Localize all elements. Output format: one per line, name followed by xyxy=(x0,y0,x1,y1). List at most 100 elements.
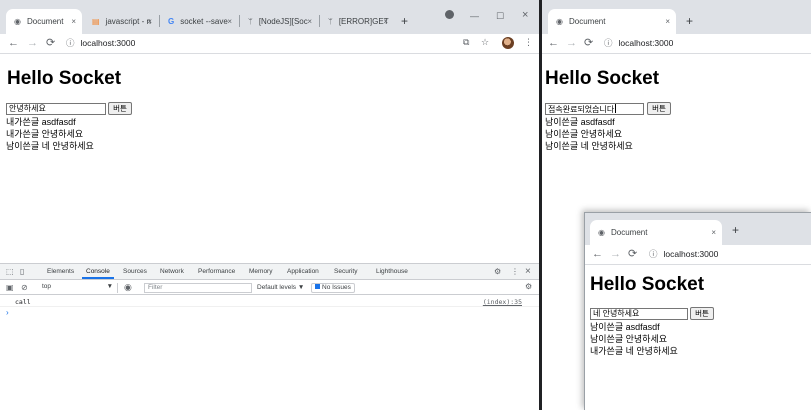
stackoverflow-icon: ▤ xyxy=(92,17,100,26)
list-item: 남이쓴글 안녕하세요 xyxy=(545,129,623,139)
log-levels-dropdown[interactable]: Default levels ▼ xyxy=(257,284,304,291)
close-icon[interactable]: × xyxy=(71,17,76,26)
close-icon[interactable]: × xyxy=(307,17,312,26)
translate-icon[interactable]: ⧉ xyxy=(463,37,469,48)
tab-label: [NodeJS][Soc xyxy=(258,17,308,26)
message-list: 남이쓴글 asdfasdf 남이쓴글 안녕하세요 내가쓴글 네 안녕하세요 xyxy=(590,321,678,357)
minimize-icon[interactable]: — xyxy=(470,11,479,21)
more-icon[interactable]: ⋮ xyxy=(511,267,519,276)
tab-label: Document xyxy=(26,17,64,26)
message-input[interactable]: 네 안녕하세요 xyxy=(590,308,688,320)
address-bar[interactable]: ⓘ localhost:3000 xyxy=(649,248,718,260)
sidebar-toggle-icon[interactable]: ▣ xyxy=(6,283,14,292)
new-tab-button[interactable]: + xyxy=(686,15,693,27)
message-input[interactable]: 접속완료되었습니다 xyxy=(545,103,644,115)
new-tab-button[interactable]: + xyxy=(732,224,739,236)
eye-icon[interactable]: ◉ xyxy=(124,282,132,293)
tab-google[interactable]: G socket --save × xyxy=(160,9,238,34)
active-tab-indicator xyxy=(82,277,114,279)
list-item: 남이쓴글 안녕하세요 xyxy=(590,334,668,344)
info-icon[interactable]: ⓘ xyxy=(649,249,658,259)
list-item: 남이쓴글 asdfasdf xyxy=(590,322,660,332)
devtools-tab-elements[interactable]: Elements xyxy=(47,268,74,275)
issues-icon xyxy=(315,284,320,289)
devtools-tab-sources[interactable]: Sources xyxy=(123,268,147,275)
devtools-tab-performance[interactable]: Performance xyxy=(198,268,235,275)
device-toolbar-icon[interactable]: ▯ xyxy=(20,267,24,276)
devtools-tab-memory[interactable]: Memory xyxy=(249,268,272,275)
address-toolbar: ← → ⟳ ⓘ localhost:3000 xyxy=(542,34,811,54)
log-message: call xyxy=(15,298,31,306)
issues-button[interactable]: No Issues xyxy=(311,283,355,293)
close-icon[interactable]: × xyxy=(711,228,716,237)
clear-console-icon[interactable]: ⊘ xyxy=(21,283,28,292)
tab-document[interactable]: ◉ Document × xyxy=(548,9,676,34)
forward-icon[interactable]: → xyxy=(27,37,38,49)
message-list: 남이쓴글 asdfasdf 남이쓴글 안녕하세요 남이쓴글 네 안녕하세요 xyxy=(545,116,633,152)
info-icon[interactable]: ⓘ xyxy=(66,38,75,48)
address-toolbar: ← → ⟳ ⓘ localhost:3000 xyxy=(585,245,811,265)
forward-icon[interactable]: → xyxy=(566,37,577,49)
tab-stackoverflow[interactable]: ▤ javascript - n × xyxy=(84,9,158,34)
close-icon[interactable]: × xyxy=(227,17,232,26)
devtools-panel: ⬚ ▯ Elements Console Sources Network Per… xyxy=(0,263,539,410)
log-source-link[interactable]: (index):35 xyxy=(483,298,522,306)
inspect-icon[interactable]: ⬚ xyxy=(6,267,14,276)
back-icon[interactable]: ← xyxy=(592,248,603,260)
velog-icon: ᛘ xyxy=(248,17,253,26)
send-button[interactable]: 버튼 xyxy=(108,102,132,115)
context-selector[interactable]: top ▼ xyxy=(36,283,118,293)
devtools-tab-security[interactable]: Security xyxy=(334,268,357,275)
close-icon[interactable]: × xyxy=(383,17,388,26)
maximize-icon[interactable]: ☐ xyxy=(496,11,504,22)
close-icon[interactable]: × xyxy=(147,17,152,26)
close-icon[interactable]: × xyxy=(665,17,670,26)
gear-icon[interactable]: ⚙ xyxy=(525,282,532,291)
reload-icon[interactable]: ⟳ xyxy=(628,248,637,260)
tab-label: [ERROR]GET xyxy=(338,17,389,26)
reload-icon[interactable]: ⟳ xyxy=(584,37,593,49)
profile-icon[interactable] xyxy=(445,10,454,19)
devtools-tab-console[interactable]: Console xyxy=(86,268,110,275)
devtools-tab-lighthouse[interactable]: Lighthouse xyxy=(376,268,408,275)
reload-icon[interactable]: ⟳ xyxy=(46,37,55,49)
devtools-tabbar: ⬚ ▯ Elements Console Sources Network Per… xyxy=(0,264,539,280)
console-log-line: call (index):35 xyxy=(0,298,539,307)
third-browser-window: ◉ Document × + ← → ⟳ ⓘ localhost:3000 Hel… xyxy=(584,212,811,410)
tab-label: Document xyxy=(610,228,648,237)
forward-icon[interactable]: → xyxy=(610,248,621,260)
input-value: 접속완료되었습니다 xyxy=(548,105,615,114)
console-prompt[interactable]: › xyxy=(6,308,9,317)
info-icon[interactable]: ⓘ xyxy=(604,38,613,48)
context-value: top xyxy=(42,283,52,290)
message-input[interactable]: 안녕하세요 xyxy=(6,103,106,115)
back-icon[interactable]: ← xyxy=(548,37,559,49)
back-icon[interactable]: ← xyxy=(8,37,19,49)
send-button[interactable]: 버튼 xyxy=(690,307,714,320)
address-toolbar: ← → ⟳ ⓘ localhost:3000 ⧉ ☆ ⋮ xyxy=(0,34,539,54)
left-browser-window: ◉ Document × ▤ javascript - n × G socket… xyxy=(0,0,539,410)
star-icon[interactable]: ☆ xyxy=(481,37,489,48)
tab-label: Document xyxy=(568,17,606,26)
devtools-tab-network[interactable]: Network xyxy=(160,268,184,275)
send-button[interactable]: 버튼 xyxy=(647,102,671,115)
close-icon[interactable]: × xyxy=(525,266,531,277)
list-item: 남이쓴글 네 안녕하세요 xyxy=(6,141,94,151)
tab-document[interactable]: ◉ Document × xyxy=(6,9,82,34)
window-close-icon[interactable]: × xyxy=(522,9,528,21)
tab-document[interactable]: ◉ Document × xyxy=(590,220,722,245)
page-content: Hello Socket 네 안녕하세요 버튼 남이쓴글 asdfasdf 남이… xyxy=(585,266,811,410)
list-item: 내가쓴글 asdfasdf xyxy=(6,117,76,127)
tab-label: javascript - n xyxy=(105,17,151,26)
filter-input[interactable]: Filter xyxy=(144,283,252,293)
devtools-tab-application[interactable]: Application xyxy=(287,268,319,275)
tab-velog-socket[interactable]: ᛘ [NodeJS][Soc × xyxy=(240,9,318,34)
address-bar[interactable]: ⓘ localhost:3000 xyxy=(66,37,135,49)
new-tab-button[interactable]: + xyxy=(401,15,408,27)
text-cursor xyxy=(615,104,617,113)
address-bar[interactable]: ⓘ localhost:3000 xyxy=(604,37,673,49)
menu-icon[interactable]: ⋮ xyxy=(524,37,533,48)
avatar[interactable] xyxy=(502,37,514,49)
gear-icon[interactable]: ⚙ xyxy=(494,267,501,276)
tab-velog-error[interactable]: ᛘ [ERROR]GET × xyxy=(320,9,394,34)
